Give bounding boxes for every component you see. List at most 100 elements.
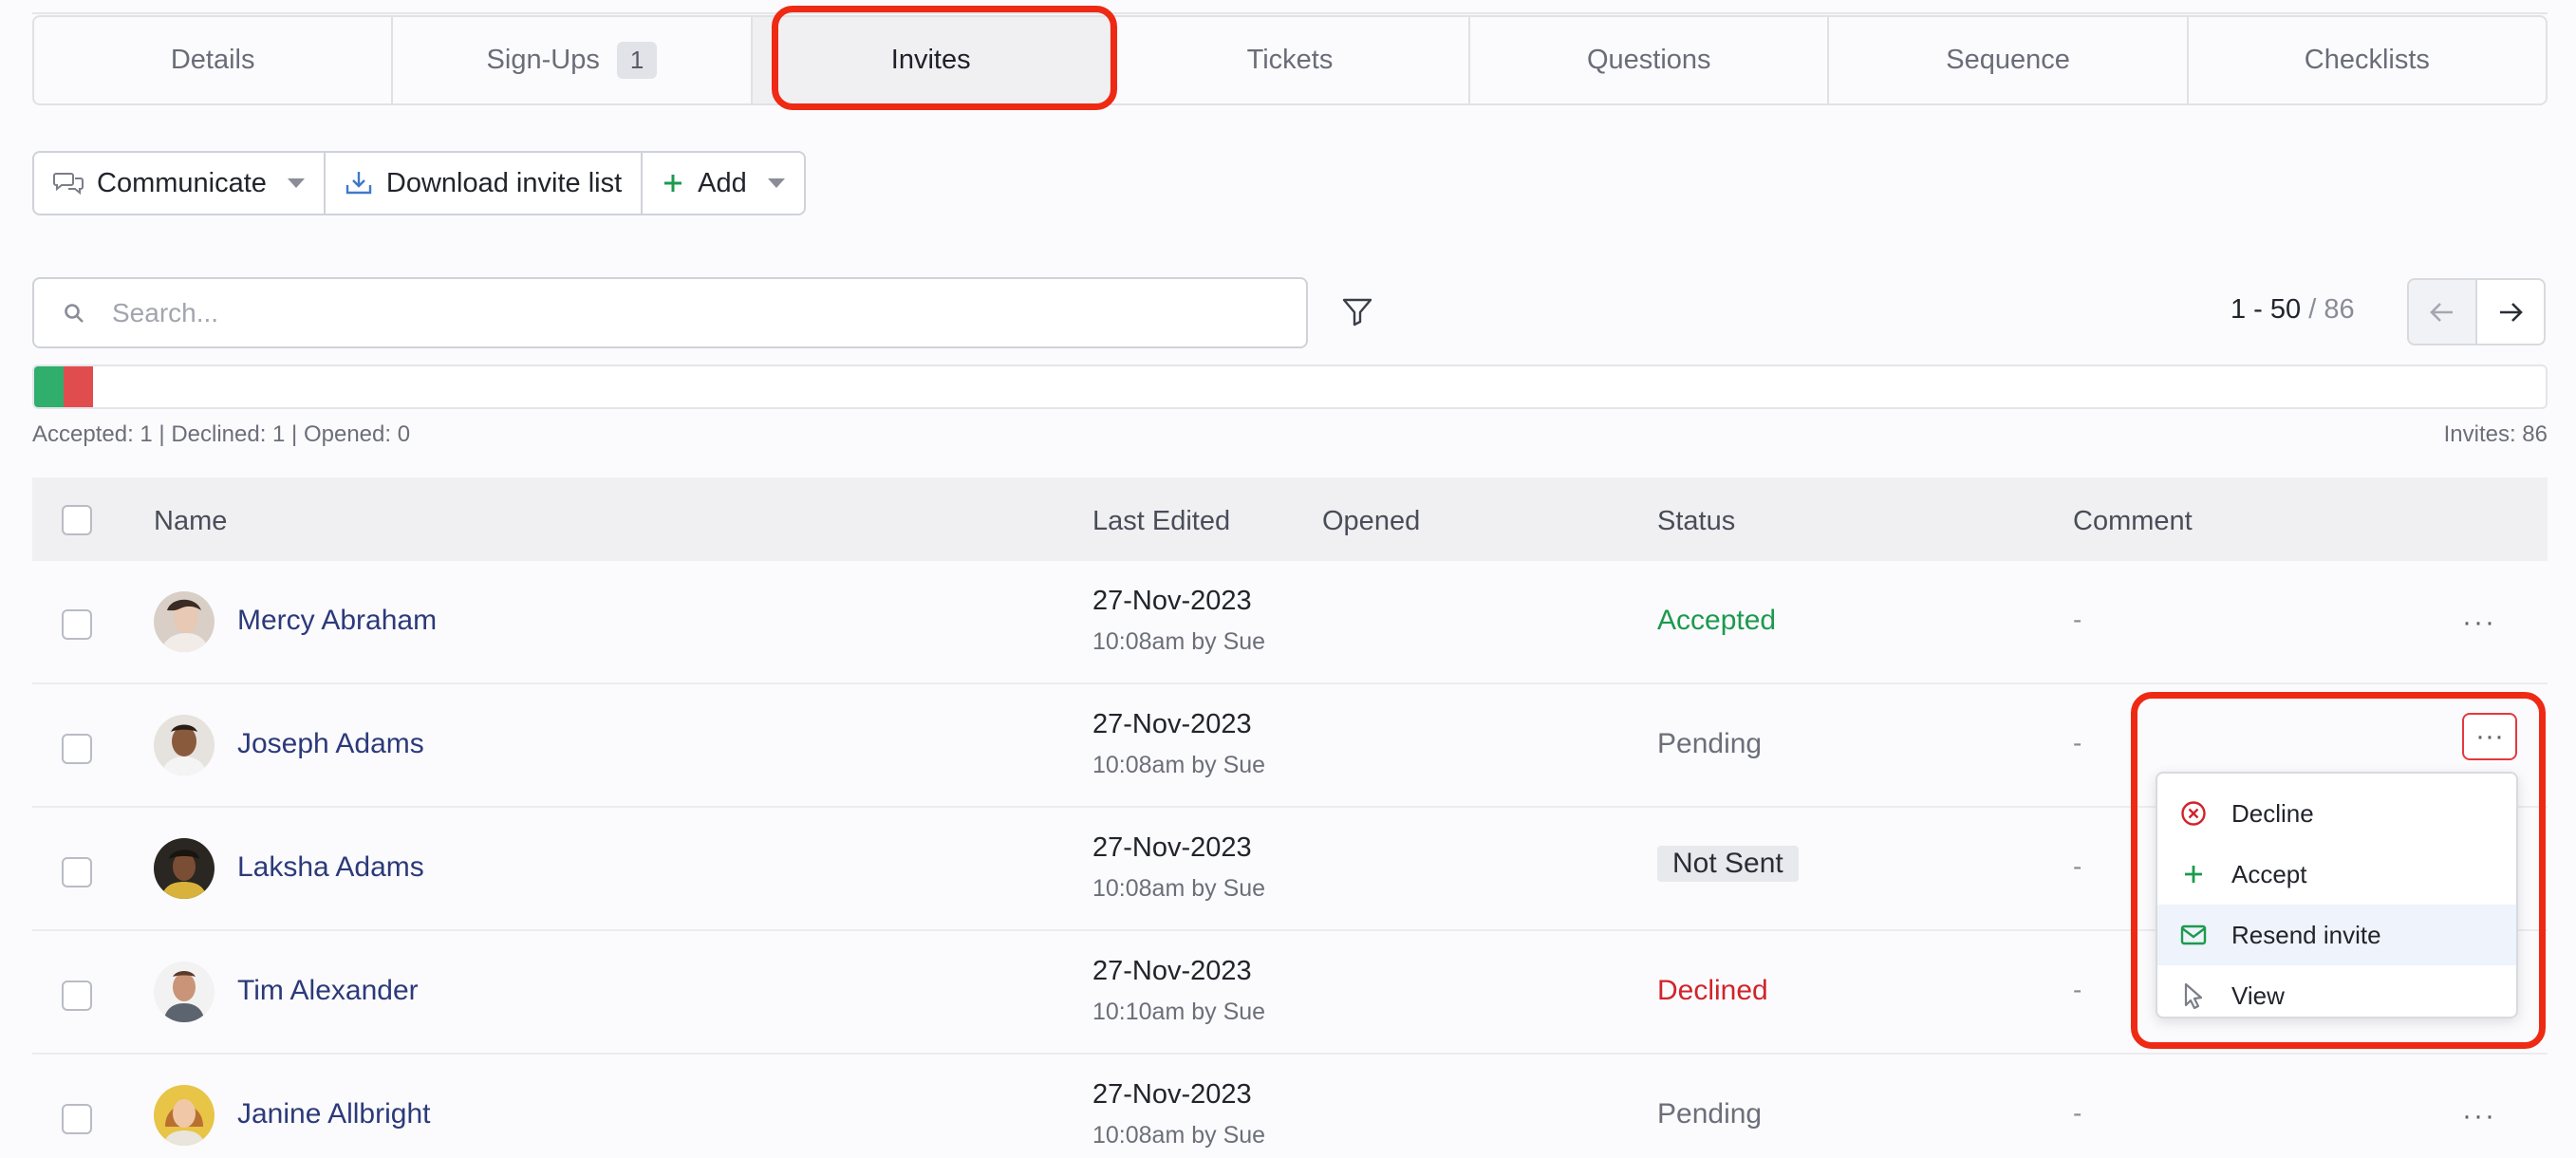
row-checkbox[interactable]	[62, 734, 92, 764]
menu-item-label: Resend invite	[2231, 920, 2381, 949]
tab-label: Checklists	[2304, 45, 2430, 75]
menu-item-decline[interactable]: Decline	[2157, 783, 2516, 844]
row-checkbox[interactable]	[62, 857, 92, 887]
invitee-name-link[interactable]: Janine Allbright	[237, 1098, 430, 1130]
tab-tickets[interactable]: Tickets	[1111, 17, 1471, 103]
tab-label: Tickets	[1246, 45, 1334, 75]
search-box	[32, 277, 1308, 348]
search-input[interactable]	[112, 297, 1251, 328]
last-edited-by: 10:08am by Sue	[1092, 875, 1266, 902]
last-edited-date: 27-Nov-2023	[1092, 586, 1252, 616]
previous-page-button[interactable]	[2407, 278, 2477, 346]
more-options-button[interactable]: ···	[2462, 713, 2517, 760]
tab-sign-ups[interactable]: Sign-Ups 1	[393, 17, 753, 103]
pagination-range: 1 - 50 / 86	[2231, 294, 2355, 326]
download-tray-icon	[345, 172, 372, 195]
cursor-pointer-icon	[2178, 981, 2209, 1011]
select-all-checkbox[interactable]	[62, 505, 92, 535]
comment-text: -	[2073, 975, 2082, 1004]
table-row[interactable]: Mercy Abraham 27-Nov-2023 10:08am by Sue…	[32, 561, 2548, 684]
status-text: Pending	[1657, 1098, 1763, 1130]
more-options-icon[interactable]: ···	[2462, 607, 2496, 639]
last-edited-date: 27-Nov-2023	[1092, 709, 1252, 739]
invites-count: Invites: 86	[2443, 421, 2548, 447]
row-checkbox[interactable]	[62, 1104, 92, 1134]
status-text: Declined	[1657, 975, 1768, 1006]
comment-text: -	[2073, 605, 2082, 634]
tab-label: Questions	[1586, 45, 1711, 75]
tab-label: Details	[170, 45, 255, 75]
download-invite-list-label: Download invite list	[385, 167, 623, 198]
invitee-name-link[interactable]: Tim Alexander	[237, 975, 419, 1007]
tab-label: Sign-Ups	[486, 45, 600, 75]
top-divider	[32, 12, 2548, 14]
sign-ups-count-badge: 1	[616, 42, 658, 79]
chevron-down-icon	[767, 178, 785, 188]
arrow-left-icon	[2430, 302, 2453, 322]
download-invite-list-button[interactable]: Download invite list	[326, 153, 644, 214]
last-edited-by: 10:08am by Sue	[1092, 752, 1266, 778]
table-header: Name Last Edited Opened Status Comment	[32, 477, 2548, 561]
tab-checklists[interactable]: Checklists	[2189, 17, 2546, 103]
add-button[interactable]: Add	[643, 153, 804, 214]
last-edited-by: 10:10am by Sue	[1092, 999, 1266, 1025]
comment-text: -	[2073, 1098, 2082, 1128]
accepted-progress-fill	[34, 366, 64, 407]
menu-item-label: View	[2231, 981, 2285, 1010]
invitee-name-link[interactable]: Mercy Abraham	[237, 605, 437, 637]
last-edited-by: 10:08am by Sue	[1092, 628, 1266, 655]
avatar	[154, 1085, 215, 1146]
invite-progress-bar	[32, 364, 2548, 409]
column-header-comment[interactable]: Comment	[2073, 506, 2193, 537]
search-icon	[65, 303, 84, 323]
tab-sequence[interactable]: Sequence	[1829, 17, 2189, 103]
tab-details[interactable]: Details	[34, 17, 394, 103]
avatar	[154, 591, 215, 652]
column-header-last-edited[interactable]: Last Edited	[1092, 506, 1230, 537]
table-row[interactable]: Janine Allbright 27-Nov-2023 10:08am by …	[32, 1055, 2548, 1158]
status-text: Accepted	[1657, 605, 1777, 636]
status-text: Pending	[1657, 728, 1763, 759]
last-edited-date: 27-Nov-2023	[1092, 956, 1252, 986]
comment-text: -	[2073, 851, 2082, 881]
menu-item-accept[interactable]: Accept	[2157, 844, 2516, 905]
tab-label: Sequence	[1946, 45, 2070, 75]
filter-icon[interactable]	[1340, 294, 1374, 328]
column-header-opened[interactable]: Opened	[1322, 506, 1420, 537]
last-edited-date: 27-Nov-2023	[1092, 1079, 1252, 1110]
avatar	[154, 715, 215, 775]
more-options-icon: ···	[2475, 720, 2504, 752]
status-badge: Not Sent	[1657, 846, 1799, 882]
circle-x-icon	[2178, 798, 2209, 829]
page-range: 1 - 50	[2231, 294, 2302, 325]
plus-icon	[2178, 859, 2209, 889]
declined-progress-fill	[64, 366, 93, 407]
comment-text: -	[2073, 728, 2082, 757]
row-checkbox[interactable]	[62, 609, 92, 640]
invitee-name-link[interactable]: Joseph Adams	[237, 728, 424, 760]
plus-icon	[664, 175, 682, 192]
column-header-status[interactable]: Status	[1657, 506, 1735, 537]
page-total: / 86	[2308, 294, 2355, 325]
arrow-right-icon	[2500, 302, 2523, 322]
communicate-label: Communicate	[97, 167, 267, 198]
tab-questions[interactable]: Questions	[1470, 17, 1830, 103]
avatar	[154, 962, 215, 1022]
tab-invites[interactable]: Invites	[752, 17, 1111, 103]
row-checkbox[interactable]	[62, 981, 92, 1011]
menu-item-label: Decline	[2231, 798, 2314, 828]
menu-item-resend-invite[interactable]: Resend invite	[2157, 905, 2516, 965]
menu-item-view[interactable]: View	[2157, 965, 2516, 1026]
last-edited-date: 27-Nov-2023	[1092, 832, 1252, 863]
more-options-icon[interactable]: ···	[2462, 1100, 2496, 1132]
invite-stats-summary: Accepted: 1 | Declined: 1 | Opened: 0	[32, 421, 411, 447]
tab-bar: Details Sign-Ups 1 Invites Tickets Questi…	[32, 15, 2548, 105]
invitee-name-link[interactable]: Laksha Adams	[237, 851, 424, 884]
column-header-name[interactable]: Name	[154, 506, 227, 537]
chat-bubbles-icon	[53, 173, 84, 196]
communicate-button[interactable]: Communicate	[34, 153, 326, 214]
next-page-button[interactable]	[2475, 278, 2546, 346]
envelope-icon	[2178, 920, 2209, 950]
row-actions-menu: Decline Accept Resend invite View	[2156, 772, 2518, 1018]
action-toolbar: Communicate Download invite list Add	[32, 151, 806, 215]
